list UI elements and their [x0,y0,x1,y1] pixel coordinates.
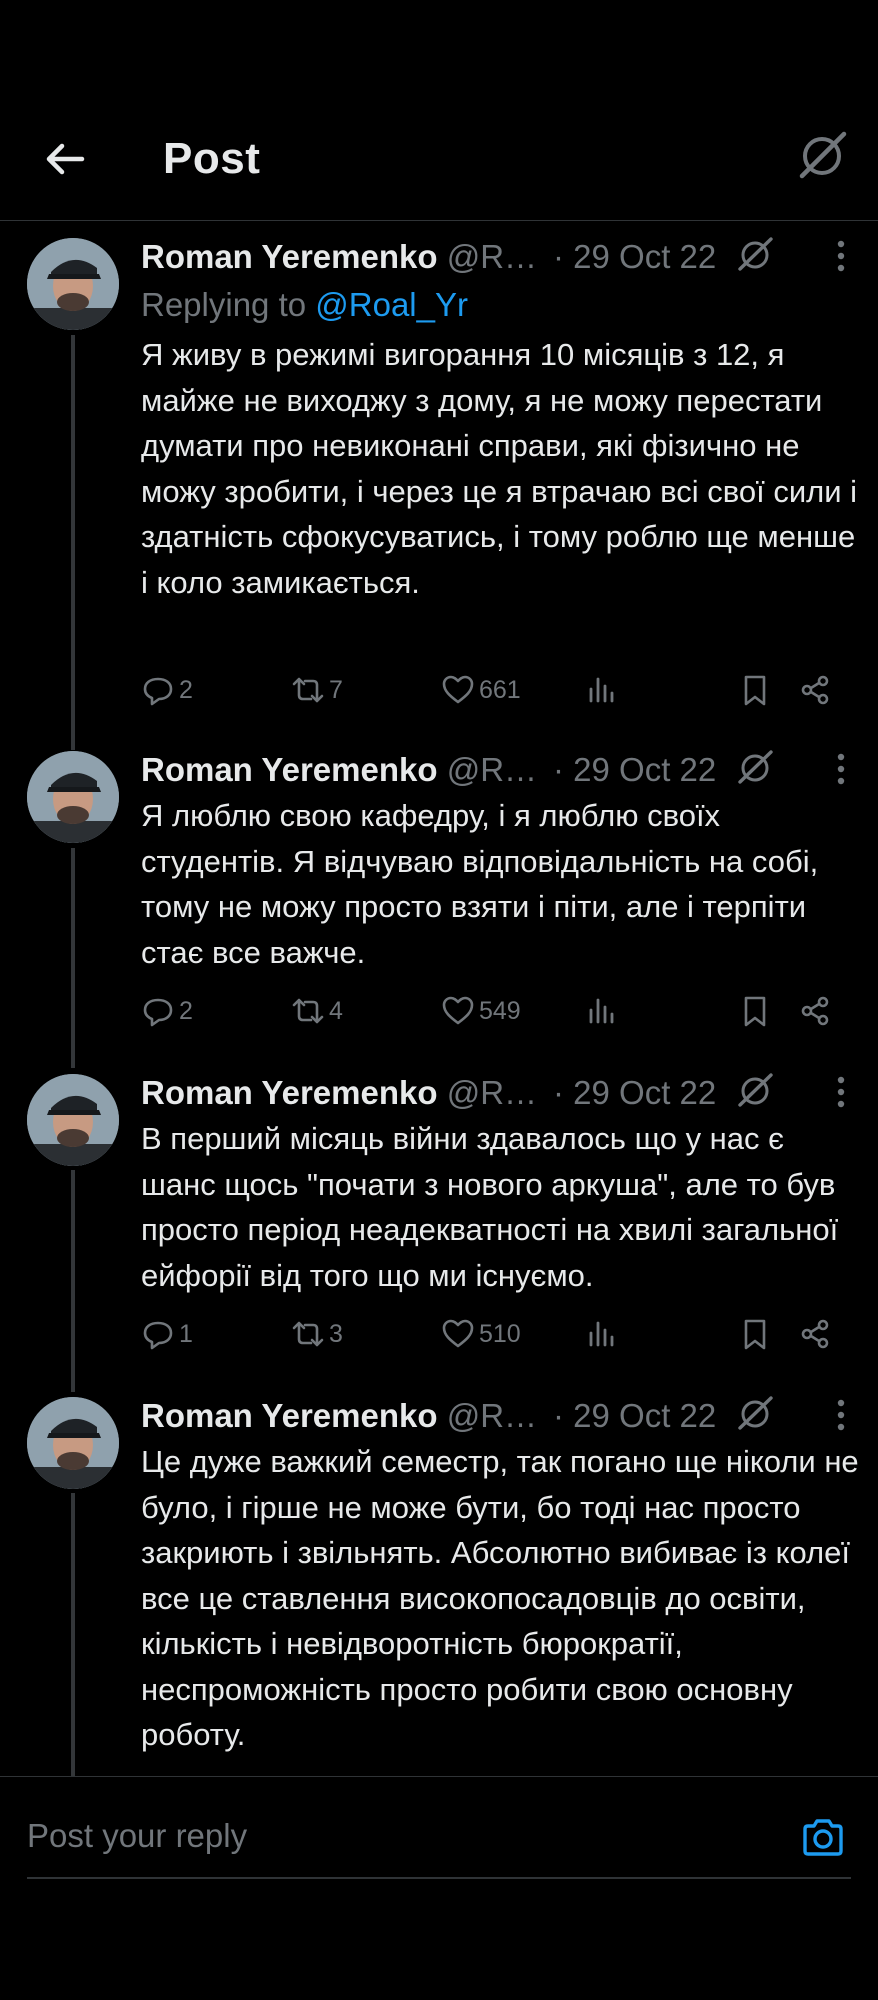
views-icon [589,677,614,703]
replying-label: Replying to [141,286,316,323]
repost-icon [292,677,324,703]
post-text: Це дуже важкий семестр, так погано ще ні… [141,1444,859,1752]
camera-icon[interactable] [800,1815,846,1861]
grok-icon[interactable] [735,1393,775,1433]
views-icon [589,1321,614,1347]
bookmark-button[interactable] [738,670,776,710]
post-date[interactable]: · 29 Oct 22 [553,238,716,276]
post-date[interactable]: · 29 Oct 22 [553,751,716,789]
avatar[interactable] [27,1397,119,1489]
grok-icon[interactable] [735,747,775,787]
avatar[interactable] [27,751,119,843]
bookmark-icon [744,996,766,1027]
repost-icon [292,1321,324,1347]
share-icon [801,675,829,705]
repost-button[interactable]: 7 [291,670,343,710]
like-button[interactable]: 661 [441,670,521,710]
author-handle[interactable]: @R… [447,751,537,788]
share-button[interactable] [798,991,836,1031]
post-actions: 2 4 549 [141,991,851,1031]
post[interactable]: Roman Yeremenko @R… · 29 Oct 22 Це дуже … [0,1379,878,1776]
reply-composer: Post your reply [0,1776,878,1879]
more-icon[interactable] [821,1072,861,1112]
avatar[interactable] [27,1074,119,1166]
reply-count: 1 [179,1319,193,1348]
bookmark-button[interactable] [738,1314,776,1354]
repost-count: 7 [329,675,343,704]
like-icon [442,996,474,1025]
author-name[interactable]: Roman Yeremenko [141,238,438,275]
reply-button[interactable]: 1 [141,1314,193,1354]
reply-underline [27,1877,851,1879]
post[interactable]: Roman Yeremenko @R… · 29 Oct 22 В перший… [0,1056,878,1376]
views-icon [589,998,614,1024]
bookmark-icon [744,675,766,706]
more-icon[interactable] [821,1395,861,1435]
share-button[interactable] [798,670,836,710]
like-count: 661 [479,675,521,704]
post-header: Roman Yeremenko @R… · 29 Oct 22 [141,749,871,795]
repost-button[interactable]: 3 [291,1314,343,1354]
avatar[interactable] [27,238,119,330]
replying-handle-link[interactable]: @Roal_Yr [315,286,468,323]
back-arrow-icon[interactable] [38,132,92,186]
more-icon[interactable] [821,236,861,276]
post-text: В перший місяць війни здавалось що у нас… [141,1121,839,1293]
top-bar: Post [0,96,878,221]
repost-count: 4 [329,996,343,1025]
author-handle[interactable]: @R… [447,238,537,275]
like-count: 510 [479,1319,521,1348]
like-icon [442,1319,474,1348]
post-header: Roman Yeremenko @R… · 29 Oct 22 [141,1072,871,1118]
post-actions: 1 3 510 [141,1314,851,1354]
reply-icon [143,998,173,1027]
views-button[interactable] [585,670,623,710]
post[interactable]: Roman Yeremenko @R… · 29 Oct 22 Я люблю … [0,733,878,1053]
repost-icon [292,998,324,1024]
repost-button[interactable]: 4 [291,991,343,1031]
like-icon [442,675,474,704]
like-button[interactable]: 510 [441,1314,521,1354]
grok-icon[interactable] [794,128,850,184]
share-icon [801,1319,829,1349]
share-icon [801,996,829,1026]
grok-icon[interactable] [735,1070,775,1110]
bookmark-button[interactable] [738,991,776,1031]
views-button[interactable] [585,991,623,1031]
post-date[interactable]: · 29 Oct 22 [553,1397,716,1435]
reply-icon [143,1321,173,1350]
post-text: Я живу в режимі вигорання 10 місяців з 1… [141,337,858,600]
post-header: Roman Yeremenko @R… · 29 Oct 22 [141,1395,871,1441]
post-header: Roman Yeremenko @R… · 29 Oct 22 [141,236,871,282]
post-date[interactable]: · 29 Oct 22 [553,1074,716,1112]
reply-count: 2 [179,996,193,1025]
author-name[interactable]: Roman Yeremenko [141,1074,438,1111]
repost-count: 3 [329,1319,343,1348]
reply-input[interactable]: Post your reply [27,1817,247,1855]
reply-icon [143,677,173,706]
reply-count: 2 [179,675,193,704]
post-actions: 2 7 661 [141,670,851,710]
author-handle[interactable]: @R… [447,1397,537,1434]
like-button[interactable]: 549 [441,991,521,1031]
more-icon[interactable] [821,749,861,789]
reply-button[interactable]: 2 [141,991,193,1031]
post[interactable]: Roman Yeremenko @R… · 29 Oct 22 Replying… [0,220,878,740]
share-button[interactable] [798,1314,836,1354]
grok-icon[interactable] [735,234,775,274]
reply-button[interactable]: 2 [141,670,193,710]
page-title: Post [163,134,261,183]
author-handle[interactable]: @R… [447,1074,537,1111]
like-count: 549 [479,996,521,1025]
replying-to: Replying to @Roal_Yr [141,286,468,324]
views-button[interactable] [585,1314,623,1354]
bookmark-icon [744,1319,766,1350]
post-text: Я люблю свою кафедру, і я люблю своїх ст… [141,798,819,970]
author-name[interactable]: Roman Yeremenko [141,751,438,788]
author-name[interactable]: Roman Yeremenko [141,1397,438,1434]
